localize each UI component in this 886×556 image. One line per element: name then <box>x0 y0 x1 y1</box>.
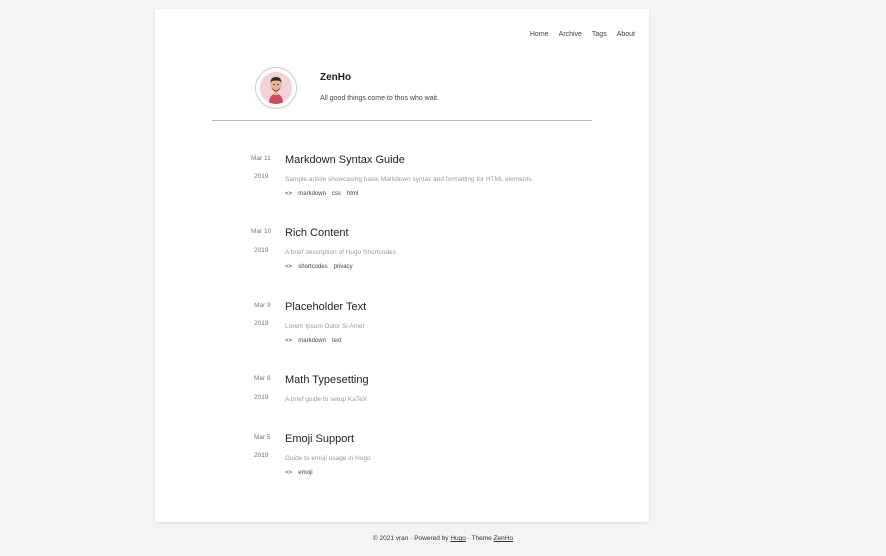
nav-tags[interactable]: Tags <box>592 31 607 38</box>
post-year: 2019 <box>254 247 269 254</box>
footer-text-theme: · Theme <box>465 535 494 542</box>
top-nav: Home Archive Tags About <box>530 31 635 38</box>
post-tags: <> markdown text <box>285 337 342 344</box>
post-tags: <> shortcodes privacy <box>285 263 353 270</box>
footer: © 2021 vran · Powered by Hugo · Theme Ze… <box>0 535 886 542</box>
post-date: Mar 10 <box>251 228 272 235</box>
tag-link[interactable]: text <box>332 338 342 344</box>
post-title[interactable]: Rich Content <box>285 227 349 239</box>
post-description: A brief description of Hugo Shortcodes <box>285 249 396 256</box>
hugo-link[interactable]: Hugo <box>450 535 466 542</box>
code-icon: <> <box>285 469 293 476</box>
post-date: Mar 11 <box>251 155 271 162</box>
main-card: Home Archive Tags About ZenHo All good t… <box>155 9 649 522</box>
post-description: Guide to emoji usage in Hugo <box>285 455 371 462</box>
tag-link[interactable]: privacy <box>334 264 353 270</box>
tag-link[interactable]: html <box>347 191 358 197</box>
nav-about[interactable]: About <box>617 31 635 38</box>
tag-link[interactable]: shortcodes <box>298 264 327 270</box>
post-year: 2019 <box>254 394 269 401</box>
code-icon: <> <box>285 337 293 344</box>
theme-link[interactable]: ZenHo <box>494 535 514 542</box>
post-date: Mar 5 <box>254 434 271 441</box>
post-year: 2019 <box>254 320 269 327</box>
post-tags: <> markdown css html <box>285 190 358 197</box>
post-tags: <> emoji <box>285 469 313 476</box>
tag-link[interactable]: css <box>332 191 341 197</box>
nav-archive[interactable]: Archive <box>559 31 582 38</box>
post-title[interactable]: Math Typesetting <box>285 374 369 386</box>
header-divider <box>212 120 592 121</box>
site-title[interactable]: ZenHo <box>320 72 351 83</box>
post-year: 2019 <box>254 173 269 180</box>
site-tagline: All good things come to thos who wait. <box>320 95 440 102</box>
post-date: Mar 9 <box>254 302 271 309</box>
post-description: A brief guide to setup KaTeX <box>285 396 368 403</box>
nav-home[interactable]: Home <box>530 31 549 38</box>
avatar[interactable] <box>255 67 297 109</box>
footer-text: © 2021 vran · Powered by <box>372 535 451 542</box>
post-description: Sample article showcasing basic Markdown… <box>285 176 534 183</box>
post-year: 2019 <box>254 452 269 459</box>
post-description: Lorem Ipsum Dolor Si Amet <box>285 323 365 330</box>
code-icon: <> <box>285 263 293 270</box>
post-title[interactable]: Markdown Syntax Guide <box>285 154 405 166</box>
post-date: Mar 8 <box>254 375 271 382</box>
post-title[interactable]: Emoji Support <box>285 433 354 445</box>
tag-link[interactable]: markdown <box>298 338 326 344</box>
avatar-icon <box>260 72 292 104</box>
post-title[interactable]: Placeholder Text <box>285 301 366 313</box>
tag-link[interactable]: markdown <box>298 191 326 197</box>
code-icon: <> <box>285 190 293 197</box>
tag-link[interactable]: emoji <box>298 470 312 476</box>
